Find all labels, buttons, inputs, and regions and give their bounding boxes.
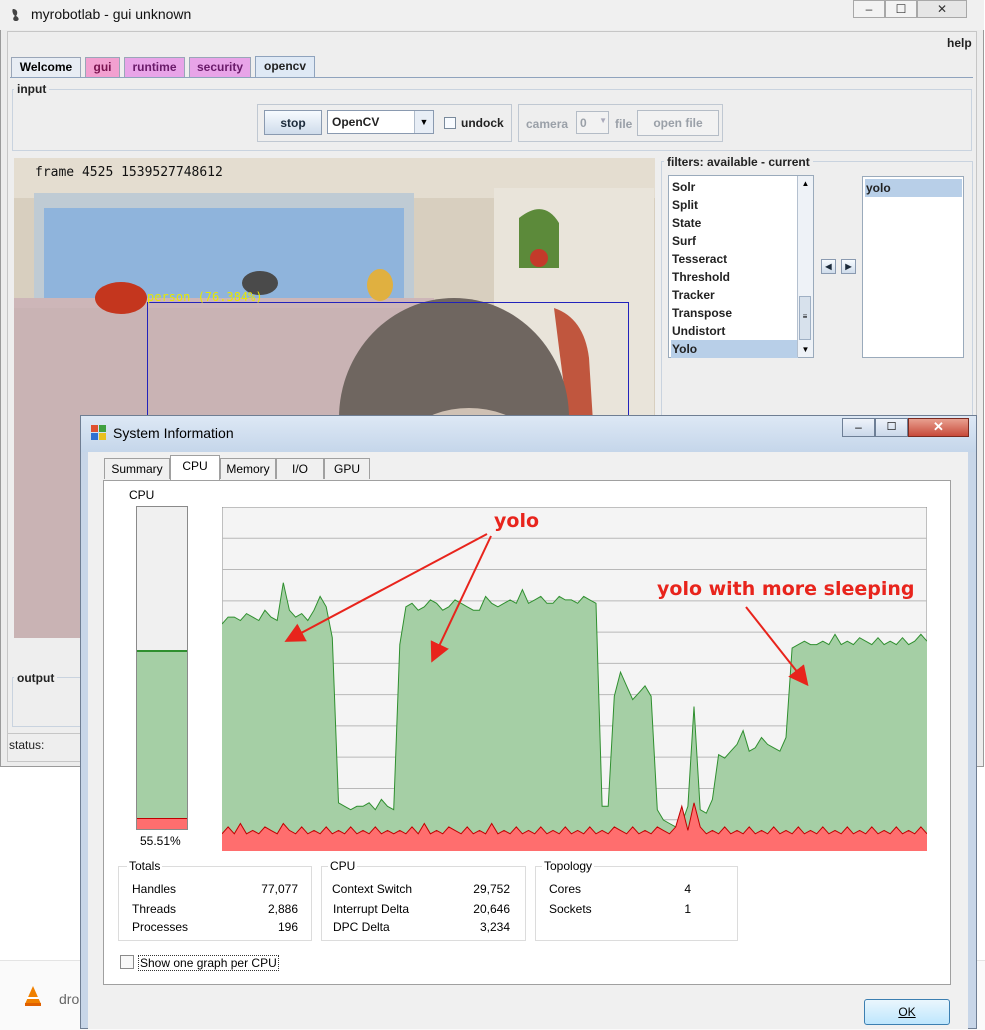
totals-title: Totals — [127, 859, 163, 873]
topology-title: Topology — [542, 859, 595, 873]
one-graph-per-cpu-label[interactable]: Show one graph per CPU — [138, 955, 279, 971]
totals-value: 2,886 — [267, 902, 298, 916]
arrow-to-sleeping-yolo — [745, 606, 809, 687]
cpu-stats-value: 29,752 — [473, 882, 510, 896]
topology-label: Cores — [549, 882, 582, 896]
topology-label: Sockets — [549, 902, 592, 916]
totals-label: Handles — [132, 882, 177, 896]
cpu-stats-value: 3,234 — [479, 920, 510, 934]
ok-button[interactable]: OK — [864, 999, 950, 1025]
ok-label: OK — [898, 1005, 916, 1019]
topology-value: 4 — [684, 882, 691, 896]
totals-label: Threads — [132, 902, 177, 916]
totals-value: 196 — [277, 920, 298, 934]
cpu-stats-label: DPC Delta — [333, 920, 390, 934]
topology-value: 1 — [684, 902, 691, 916]
one-graph-per-cpu-checkbox[interactable] — [120, 955, 134, 969]
totals-value: 77,077 — [261, 882, 298, 896]
totals-label: Processes — [132, 920, 189, 934]
cpu-stats-label: Context Switch — [332, 882, 413, 896]
cpu-stats-title: CPU — [328, 859, 358, 873]
arrow-to-second-yolo — [430, 535, 492, 663]
arrow-to-first-yolo — [284, 533, 488, 642]
cpu-stats-label: Interrupt Delta — [333, 902, 410, 916]
cpu-stats-value: 20,646 — [473, 902, 510, 916]
